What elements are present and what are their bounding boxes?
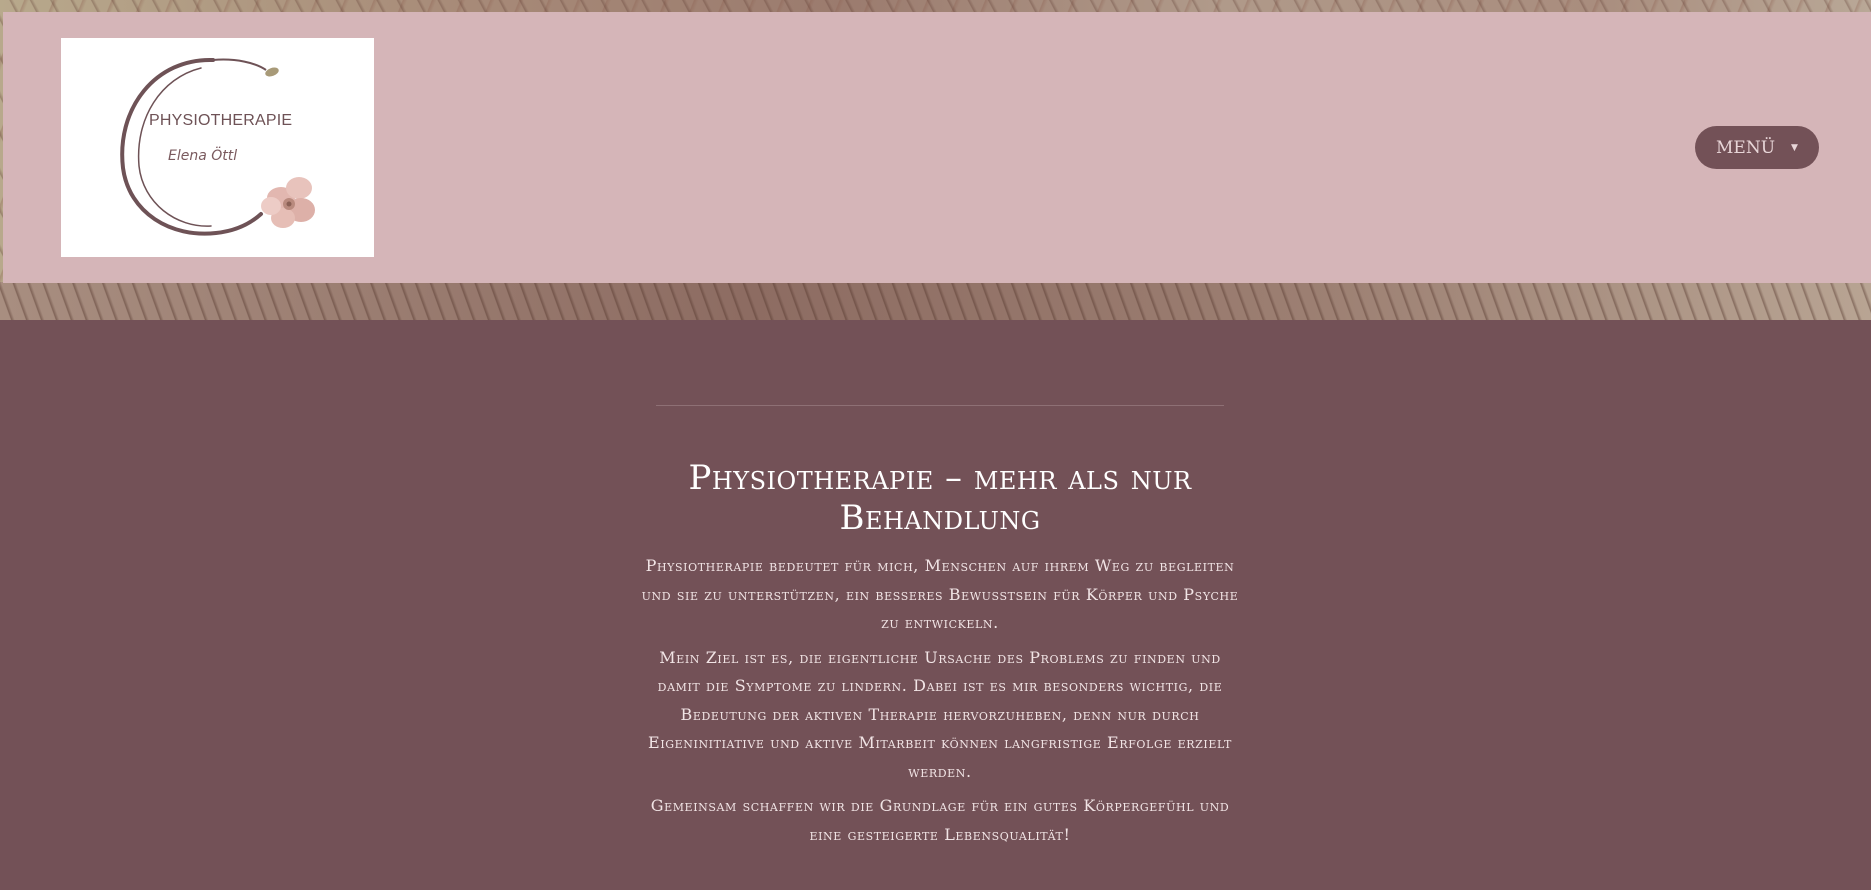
logo-title: PHYSIOTHERAPIE: [149, 112, 293, 129]
page-title: Physiotherapie – mehr als nur Behandlung: [688, 458, 1192, 538]
main-content: Physiotherapie – mehr als nur Behandlung…: [640, 458, 1240, 855]
logo[interactable]: PHYSIOTHERAPIE Elena Öttl: [61, 38, 374, 257]
hero-grass-strip: [0, 282, 1871, 320]
menu-button[interactable]: MENÜ ▼: [1695, 126, 1819, 169]
closing-paragraph: Gemeinsam schaffen wir die Grundlage für…: [650, 796, 1230, 844]
caret-down-icon: ▼: [1791, 142, 1798, 153]
flower-icon: [261, 177, 315, 228]
site-header: PHYSIOTHERAPIE Elena Öttl MENÜ ▼: [3, 12, 1871, 283]
goal-paragraph: Mein Ziel ist es, die eigentliche Ursach…: [648, 647, 1232, 781]
section-divider: [656, 405, 1224, 406]
menu-label: MENÜ: [1716, 137, 1776, 158]
logo-name: Elena Öttl: [168, 148, 238, 164]
intro-paragraph: Physiotherapie bedeutet für mich, Mensch…: [641, 556, 1239, 632]
